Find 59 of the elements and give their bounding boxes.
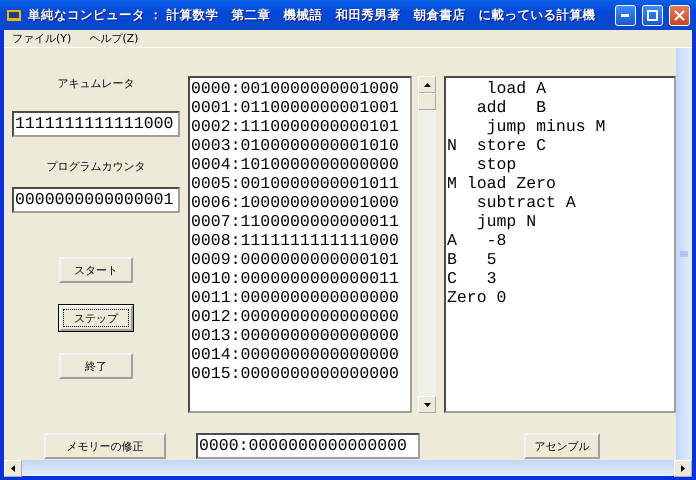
source-line: jump N [476, 212, 538, 231]
memory-row[interactable]: 0009:0000000000000101 [191, 250, 410, 269]
source-line: M load Zero [447, 174, 557, 193]
close-icon [674, 10, 685, 20]
source-line: B 5 [447, 250, 498, 269]
memory-row[interactable]: 0008:1111111111111000 [191, 231, 410, 250]
register-label: プログラムカウンタ [46, 159, 146, 173]
memory-input-field[interactable]: 0000:0000000000000000 [196, 433, 420, 459]
memory-row[interactable]: 0010:0000000000000011 [191, 269, 410, 288]
source-line: Zero 0 [447, 288, 508, 307]
memory-edit-button[interactable]: メモリーの修正 [44, 433, 166, 459]
memory-row[interactable]: 0003:0100000000001010 [191, 136, 410, 155]
maximize-button[interactable] [642, 4, 663, 26]
scroll-down-icon[interactable] [418, 396, 436, 413]
memory-row[interactable]: 0002:1110000000000101 [191, 117, 410, 136]
menu-item[interactable]: ファイル(Y) [12, 31, 72, 46]
source-line: subtract A [476, 193, 577, 212]
register-field[interactable]: 1111111111111000 [12, 111, 180, 137]
scroll-thumb[interactable] [418, 93, 436, 110]
memory-list[interactable] [188, 76, 412, 413]
memory-row[interactable]: 0011:0000000000000000 [191, 288, 410, 307]
scroll-right-icon[interactable] [674, 460, 692, 476]
memory-row[interactable]: 0005:0010000000001011 [191, 174, 410, 193]
source-line: jump minus M [486, 117, 606, 136]
source-line: load A [486, 79, 548, 98]
memory-row[interactable]: 0000:0010000000001000 [191, 79, 410, 98]
window-title: 単純なコンピュータ ： 計算数学 第二章 機械語 和田秀男著 朝倉書店 に載っている計算機 [28, 6, 597, 24]
memory-row[interactable]: 0012:0000000000000000 [191, 307, 410, 326]
memory-row[interactable]: 0015:0000000000000000 [191, 364, 410, 383]
window-scrollbar[interactable] [676, 48, 692, 460]
source-editor[interactable]: load A add B jump minus M N store C stop M load Zero subtract A jump N A -8 B 5 C 3 Zero 0 [444, 76, 676, 413]
memory-row[interactable]: 0006:1000000000001000 [191, 193, 410, 212]
minimize-icon [621, 14, 630, 16]
scroll-left-icon[interactable] [4, 460, 22, 476]
memory-row[interactable]: 0007:1100000000000011 [191, 212, 410, 231]
action-button[interactable]: 終了 [59, 353, 133, 379]
maximize-icon [647, 10, 658, 20]
memory-row[interactable]: 0004:1010000000000000 [191, 155, 410, 174]
assemble-button[interactable]: アセンブル [524, 433, 600, 459]
source-line: stop [476, 155, 518, 174]
grip-icon [680, 250, 688, 258]
action-button[interactable]: ステップ [59, 305, 133, 331]
horizontal-scrollbar[interactable] [4, 460, 692, 476]
action-button[interactable]: スタート [59, 257, 133, 283]
menu-item[interactable]: ヘルプ(Z) [89, 31, 138, 46]
source-line: A -8 [447, 231, 508, 250]
scroll-up-icon[interactable] [418, 76, 436, 93]
close-button[interactable] [669, 4, 690, 26]
source-line: add B [476, 98, 548, 117]
source-line: N store C [447, 136, 548, 155]
memory-row[interactable]: 0001:0110000000001001 [191, 98, 410, 117]
scrollbar[interactable] [418, 76, 436, 413]
memory-row[interactable]: 0014:0000000000000000 [191, 345, 410, 364]
register-label: アキュムレータ [58, 76, 134, 90]
register-field[interactable]: 0000000000000001 [12, 187, 180, 213]
memory-row[interactable]: 0013:0000000000000000 [191, 326, 410, 345]
app-icon [6, 7, 22, 23]
minimize-button[interactable] [615, 4, 636, 26]
source-line: C 3 [447, 269, 498, 288]
